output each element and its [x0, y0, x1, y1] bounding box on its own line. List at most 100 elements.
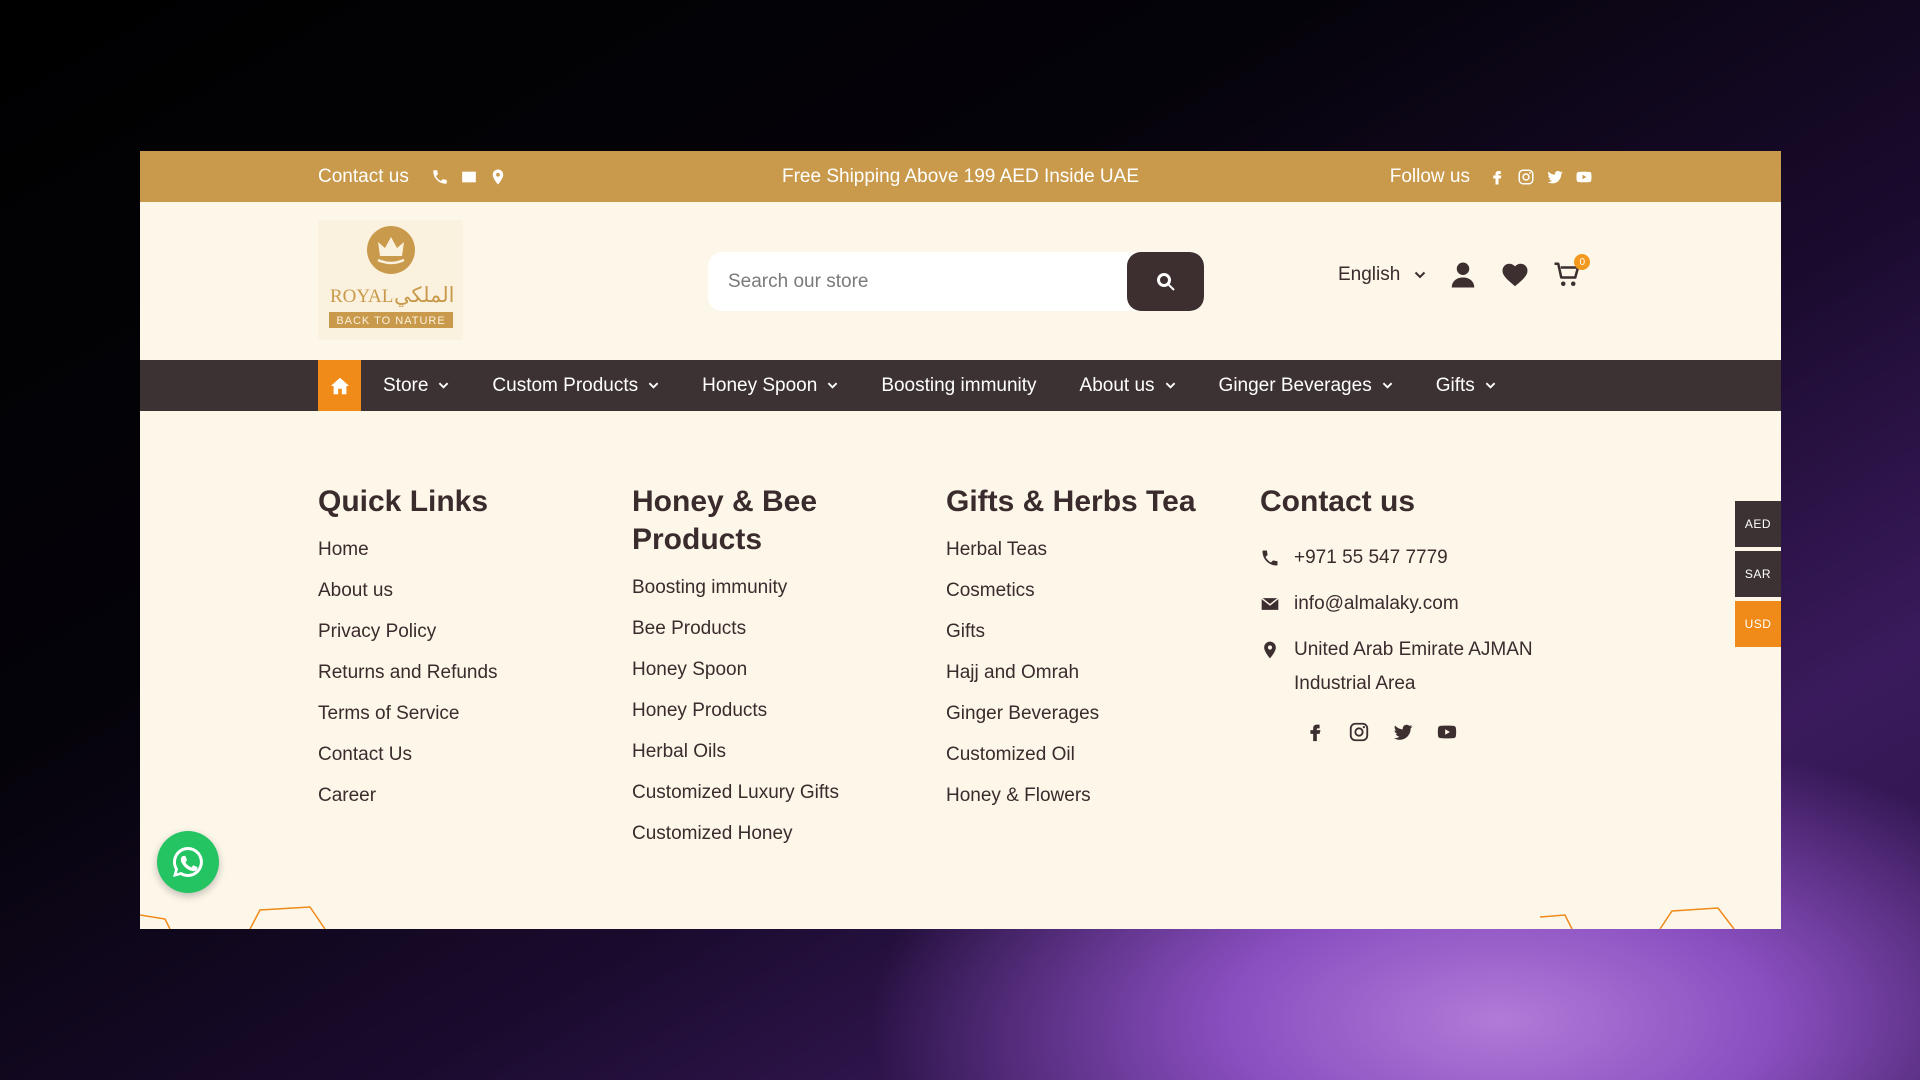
- cart-count-badge: 0: [1574, 254, 1591, 270]
- quick-links-title: Quick Links: [318, 485, 489, 518]
- contact-email[interactable]: info@almalaky.com: [1260, 587, 1600, 621]
- quick-links-link[interactable]: About us: [318, 570, 608, 611]
- facebook-icon[interactable]: [1488, 168, 1506, 186]
- contact-address: United Arab Emirate AJMAN Industrial Are…: [1260, 633, 1600, 701]
- gifts-herbs-link[interactable]: Customized Oil: [946, 734, 1246, 775]
- home-icon: [329, 375, 351, 397]
- twitter-icon[interactable]: [1392, 721, 1414, 743]
- quick-links-link[interactable]: Home: [318, 529, 608, 570]
- search-icon: [1154, 270, 1178, 294]
- honey-bee-link[interactable]: Customized Luxury Gifts: [632, 772, 922, 813]
- top-bar: Contact us Free Shipping Above 199 AED I…: [140, 151, 1781, 202]
- currency-sar-button[interactable]: SAR: [1735, 551, 1781, 597]
- logo-text-royal: ROYAL: [330, 286, 393, 307]
- phone-icon: [1260, 541, 1280, 575]
- gifts-herbs-link[interactable]: Ginger Beverages: [946, 693, 1246, 734]
- quick-links-link[interactable]: Returns and Refunds: [318, 652, 608, 693]
- site-header: ROYAL الملكي BACK TO NATURE English: [140, 202, 1781, 360]
- top-bar-contact: Contact us: [318, 166, 507, 188]
- youtube-icon[interactable]: [1436, 721, 1458, 743]
- nav-item-label: Custom Products: [492, 374, 639, 396]
- gifts-herbs-link[interactable]: Honey & Flowers: [946, 775, 1246, 816]
- nav-home[interactable]: [318, 360, 361, 411]
- facebook-icon[interactable]: [1304, 721, 1326, 743]
- location-icon[interactable]: [489, 168, 507, 186]
- cart-icon[interactable]: 0: [1552, 254, 1591, 290]
- instagram-icon[interactable]: [1348, 721, 1370, 743]
- chevron-down-icon: [438, 380, 449, 391]
- website-frame: Contact us Free Shipping Above 199 AED I…: [140, 151, 1781, 929]
- gifts-herbs-link[interactable]: Cosmetics: [946, 570, 1246, 611]
- chevron-down-icon: [648, 380, 659, 391]
- nav-item-boosting-immunity[interactable]: Boosting immunity: [881, 375, 1036, 397]
- chevron-down-icon: [1414, 269, 1426, 281]
- search-bar: [708, 252, 1204, 311]
- gifts-herbs-list: Herbal Teas Cosmetics Gifts Hajj and Omrah G…: [946, 529, 1246, 816]
- whatsapp-icon: [170, 844, 206, 880]
- language-label: English: [1338, 264, 1401, 285]
- address-line-2: Industrial Area: [1294, 673, 1416, 694]
- user-icon[interactable]: [1448, 260, 1478, 290]
- chevron-down-icon: [1382, 380, 1393, 391]
- honey-bee-link[interactable]: Honey Spoon: [632, 649, 922, 690]
- nav-item-label: Store: [383, 374, 429, 396]
- nav-item-store[interactable]: Store: [383, 375, 449, 397]
- contact-phone[interactable]: +971 55 547 7779: [1260, 541, 1600, 575]
- email-address: info@almalaky.com: [1294, 593, 1459, 614]
- header-actions: English 0: [1338, 254, 1591, 290]
- nav-item-label: Boosting immunity: [881, 374, 1037, 396]
- follow-us-label: Follow us: [1389, 165, 1470, 187]
- gifts-herbs-link[interactable]: Gifts: [946, 611, 1246, 652]
- logo-text-arabic: الملكي: [394, 283, 454, 307]
- hexagon-decoration: [140, 906, 1735, 929]
- instagram-icon[interactable]: [1517, 168, 1535, 186]
- honey-bee-link[interactable]: Herbal Oils: [632, 731, 922, 772]
- whatsapp-button[interactable]: [157, 831, 219, 893]
- gifts-herbs-link[interactable]: Hajj and Omrah: [946, 652, 1246, 693]
- language-selector[interactable]: English: [1338, 264, 1426, 286]
- address-text: United Arab Emirate AJMAN Industrial Are…: [1294, 633, 1533, 701]
- quick-links-link[interactable]: Career: [318, 775, 608, 816]
- royal-logo[interactable]: ROYAL الملكي BACK TO NATURE: [318, 220, 463, 340]
- address-line-1: United Arab Emirate AJMAN: [1294, 639, 1533, 660]
- mail-icon[interactable]: [460, 168, 478, 186]
- honey-bee-column: Honey & Bee Products Boosting immunity Be…: [632, 483, 922, 862]
- nav-item-ginger-beverages[interactable]: Ginger Beverages: [1219, 375, 1393, 397]
- nav-item-custom-products[interactable]: Custom Products: [492, 375, 659, 397]
- phone-number: +971 55 547 7779: [1294, 547, 1448, 568]
- honey-bee-link[interactable]: Customized Honey: [632, 813, 922, 854]
- location-icon: [1260, 633, 1280, 667]
- quick-links-link[interactable]: Privacy Policy: [318, 611, 608, 652]
- currency-usd-button[interactable]: USD: [1735, 601, 1781, 647]
- nav-item-label: About us: [1079, 374, 1155, 396]
- contact-column: Contact us +971 55 547 7779 info@almalak…: [1260, 483, 1600, 743]
- main-nav: Store Custom Products Honey Spoon Boosting …: [140, 360, 1781, 411]
- mail-icon: [1260, 587, 1280, 621]
- shipping-text: Free Shipping Above 199 AED Inside UAE: [781, 165, 1139, 187]
- chevron-down-icon: [827, 380, 838, 391]
- nav-item-label: Honey Spoon: [702, 374, 818, 396]
- heart-icon[interactable]: [1500, 260, 1530, 290]
- phone-icon[interactable]: [431, 168, 449, 186]
- contact-title: Contact us: [1260, 485, 1416, 518]
- search-input[interactable]: [708, 252, 1127, 311]
- footer-columns: Quick Links Home About us Privacy Policy Re…: [318, 483, 1618, 883]
- youtube-icon[interactable]: [1575, 168, 1593, 186]
- honey-bee-link[interactable]: Honey Products: [632, 690, 922, 731]
- contact-us-link[interactable]: Contact us: [318, 166, 409, 188]
- nav-item-label: Gifts: [1435, 374, 1475, 396]
- quick-links-link[interactable]: Terms of Service: [318, 693, 608, 734]
- twitter-icon[interactable]: [1546, 168, 1564, 186]
- nav-item-honey-spoon[interactable]: Honey Spoon: [702, 375, 838, 397]
- currency-aed-button[interactable]: AED: [1735, 501, 1781, 547]
- quick-links-column: Quick Links Home About us Privacy Policy Re…: [318, 483, 608, 824]
- honey-bee-link[interactable]: Bee Products: [632, 608, 922, 649]
- honey-bee-title: Honey & Bee Products: [632, 485, 818, 556]
- quick-links-link[interactable]: Contact Us: [318, 734, 608, 775]
- honey-bee-link[interactable]: Boosting immunity: [632, 567, 922, 608]
- gifts-herbs-link[interactable]: Herbal Teas: [946, 529, 1246, 570]
- search-button[interactable]: [1127, 252, 1204, 311]
- nav-item-gifts[interactable]: Gifts: [1436, 375, 1496, 397]
- footer-social-icons: [1304, 721, 1600, 743]
- nav-item-about-us[interactable]: About us: [1080, 375, 1176, 397]
